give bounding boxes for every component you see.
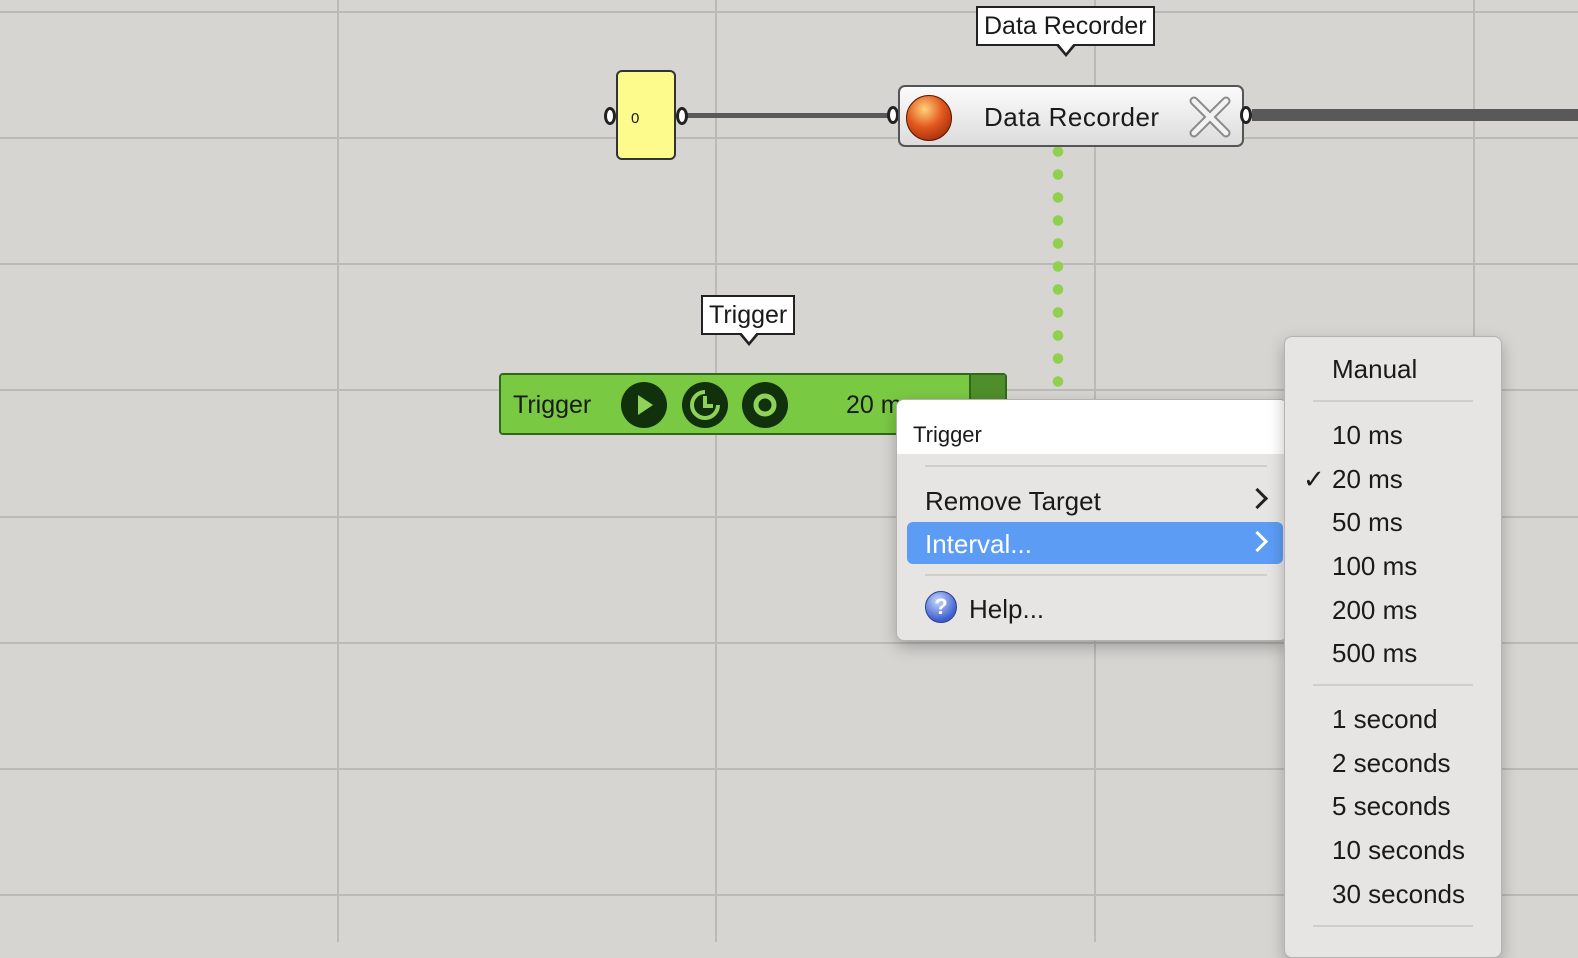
help-icon: ? [925, 591, 957, 623]
grid-line [0, 263, 1578, 265]
context-menu-header: Trigger [897, 400, 1287, 454]
interval-option-5s[interactable]: 5 seconds [1332, 791, 1451, 822]
tooltip-text: Data Recorder [984, 12, 1147, 40]
chevron-right-icon [1246, 530, 1269, 553]
interval-option-20ms[interactable]: 20 ms [1332, 464, 1403, 495]
interval-option-200ms[interactable]: 200 ms [1332, 595, 1417, 626]
menu-item-interval[interactable]: Interval... [907, 522, 1283, 564]
interval-submenu: Manual 10 ms ✓ 20 ms 50 ms 100 ms 200 ms… [1284, 336, 1502, 958]
data-recorder-tooltip: Data Recorder [976, 6, 1155, 57]
number-value: 0 [631, 110, 640, 127]
interval-option-manual[interactable]: Manual [1332, 354, 1417, 385]
menu-separator [1313, 400, 1473, 402]
context-menu: Trigger Remove Target Interval... ? Help… [896, 399, 1288, 641]
grid-line [715, 0, 717, 942]
menu-item-label: Interval... [925, 529, 1032, 559]
interval-option-100ms[interactable]: 100 ms [1332, 551, 1417, 582]
grid-line [337, 0, 339, 942]
grid-line [0, 11, 1578, 13]
number-input-port[interactable] [604, 107, 616, 125]
interval-option-50ms[interactable]: 50 ms [1332, 507, 1403, 538]
trigger-interval-display: 20 m [846, 391, 902, 419]
stop-circle-icon [753, 393, 777, 417]
play-button[interactable] [621, 382, 667, 428]
interval-option-2s[interactable]: 2 seconds [1332, 748, 1451, 779]
close-icon[interactable] [1186, 93, 1234, 141]
interval-option-10ms[interactable]: 10 ms [1332, 420, 1403, 451]
interval-option-1s[interactable]: 1 second [1332, 704, 1438, 735]
trigger-label: Trigger [513, 391, 592, 419]
grid-line [0, 137, 1578, 139]
interval-option-30s[interactable]: 30 seconds [1332, 879, 1465, 910]
tooltip-pointer [1055, 42, 1078, 57]
menu-separator [925, 465, 1267, 467]
menu-item-remove-target[interactable]: Remove Target [907, 479, 1283, 521]
menu-item-help[interactable]: ? Help... [907, 587, 1283, 629]
play-icon [638, 395, 653, 415]
interval-option-500ms[interactable]: 500 ms [1332, 638, 1417, 669]
data-recorder-label: Data Recorder [984, 102, 1160, 132]
interval-option-10s[interactable]: 10 seconds [1332, 835, 1465, 866]
menu-item-label: Remove Target [925, 486, 1101, 516]
wire-recorder-output[interactable] [1252, 109, 1578, 121]
menu-separator [925, 574, 1267, 576]
tooltip-pointer [738, 331, 761, 346]
record-icon[interactable] [906, 95, 952, 141]
trigger-tooltip: Trigger [701, 295, 796, 346]
data-recorder-node[interactable]: Data Recorder [898, 85, 1244, 147]
recorder-output-port[interactable] [1240, 106, 1252, 124]
menu-separator [1313, 684, 1473, 686]
menu-separator [1313, 925, 1473, 927]
stop-button[interactable] [742, 382, 788, 428]
menu-header-label: Trigger [913, 422, 982, 447]
timer-icon [690, 390, 720, 420]
step-timer-button[interactable] [682, 382, 728, 428]
wire-trigger-to-recorder[interactable] [1052, 140, 1064, 402]
checkmark-icon: ✓ [1303, 464, 1325, 494]
menu-item-label: Help... [969, 594, 1045, 624]
number-output-port[interactable] [676, 107, 688, 125]
tooltip-text: Trigger [709, 301, 788, 329]
number-panel-node[interactable]: 0 [616, 70, 676, 160]
chevron-right-icon [1246, 487, 1269, 510]
wire-number-to-recorder[interactable] [684, 113, 898, 118]
